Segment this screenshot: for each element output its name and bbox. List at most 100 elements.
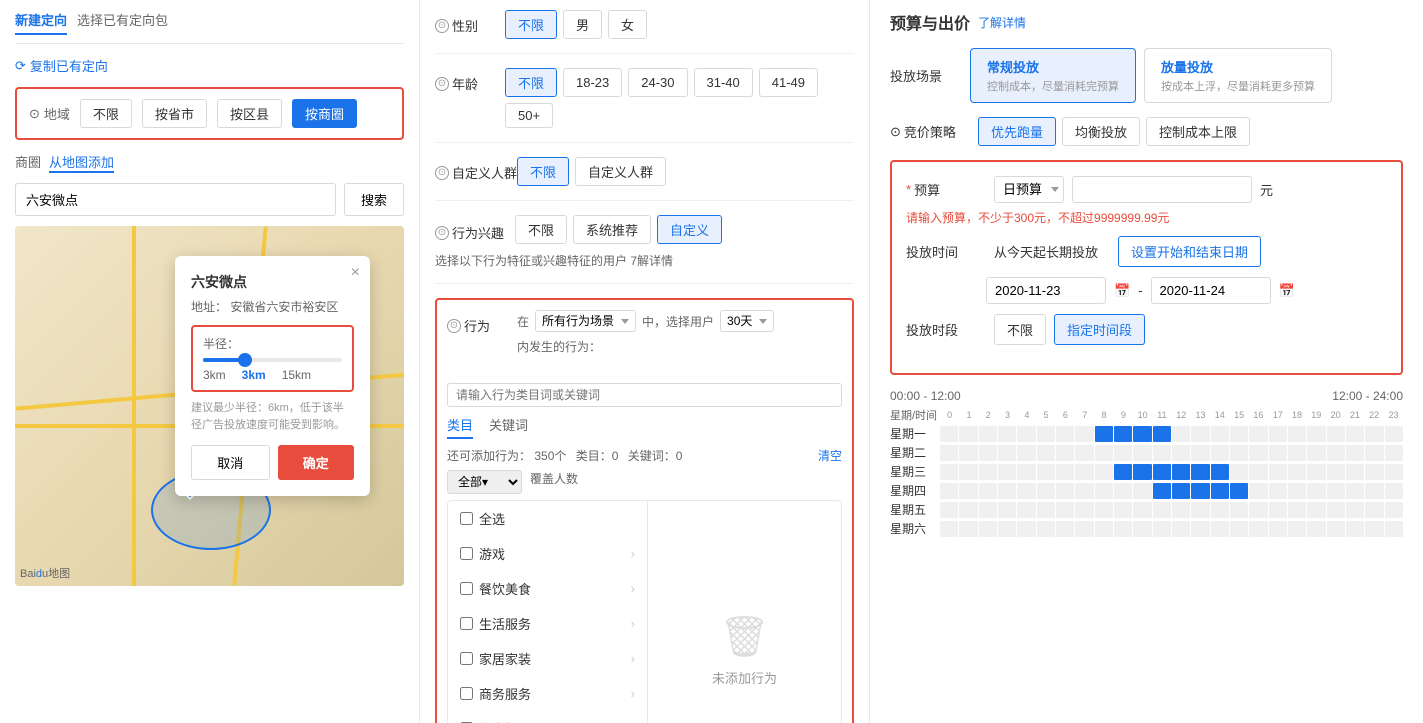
schedule-cell[interactable]: [979, 502, 997, 518]
schedule-cell[interactable]: [998, 483, 1016, 499]
schedule-cell[interactable]: [998, 426, 1016, 442]
schedule-cell[interactable]: [1095, 521, 1113, 537]
schedule-cell[interactable]: [1056, 426, 1074, 442]
schedule-cell[interactable]: [1056, 464, 1074, 480]
schedule-cell[interactable]: [1249, 426, 1267, 442]
schedule-cell[interactable]: [1095, 483, 1113, 499]
schedule-cell[interactable]: [1346, 445, 1364, 461]
schedule-cell[interactable]: [1307, 521, 1325, 537]
filter-select[interactable]: 全部▾: [447, 470, 522, 494]
tab-select[interactable]: 选择已有定向包: [77, 10, 168, 35]
period-btn-unlimited[interactable]: 不限: [994, 314, 1046, 345]
scene-card-volume[interactable]: 放量投放 按成本上浮，尽量消耗更多预算: [1144, 48, 1332, 103]
end-date-input[interactable]: [1151, 277, 1271, 304]
age-btn-18-23[interactable]: 18-23: [563, 68, 622, 97]
radius-slider[interactable]: [203, 358, 342, 362]
schedule-cell[interactable]: [1211, 426, 1229, 442]
copy-link[interactable]: ⟳ 复制已有定向: [15, 56, 404, 75]
popup-cancel-button[interactable]: 取消: [191, 445, 270, 480]
schedule-cell[interactable]: [1191, 483, 1209, 499]
schedule-cell[interactable]: [959, 483, 977, 499]
cat-tab-keyword[interactable]: 关键词: [489, 415, 528, 439]
bid-btn-volume[interactable]: 优先跑量: [978, 117, 1056, 146]
schedule-cell[interactable]: [1056, 502, 1074, 518]
schedule-cell[interactable]: [940, 426, 958, 442]
cat-checkbox-home[interactable]: [460, 652, 473, 665]
schedule-cell[interactable]: [1095, 426, 1113, 442]
schedule-cell[interactable]: [1172, 445, 1190, 461]
schedule-cell[interactable]: [1075, 445, 1093, 461]
schedule-cell[interactable]: [1133, 464, 1151, 480]
age-btn-24-30[interactable]: 24-30: [628, 68, 687, 97]
schedule-cell[interactable]: [1365, 464, 1383, 480]
schedule-cell[interactable]: [1191, 521, 1209, 537]
schedule-cell[interactable]: [1385, 502, 1403, 518]
region-btn-district[interactable]: 按区县: [217, 99, 282, 128]
schedule-cell[interactable]: [1385, 483, 1403, 499]
tab-new[interactable]: 新建定向: [15, 10, 67, 35]
schedule-cell[interactable]: [1172, 483, 1190, 499]
schedule-cell[interactable]: [979, 426, 997, 442]
start-date-calendar-icon[interactable]: 📅: [1114, 283, 1130, 299]
schedule-cell[interactable]: [1365, 445, 1383, 461]
schedule-cell[interactable]: [1172, 502, 1190, 518]
schedule-cell[interactable]: [1017, 445, 1035, 461]
gender-btn-female[interactable]: 女: [608, 10, 647, 39]
schedule-cell[interactable]: [1037, 502, 1055, 518]
schedule-cell[interactable]: [1017, 521, 1035, 537]
cat-checkbox-life[interactable]: [460, 617, 473, 630]
schedule-cell[interactable]: [1191, 464, 1209, 480]
scene-card-normal[interactable]: 常规投放 控制成本，尽量消耗完预算: [970, 48, 1136, 103]
behavior-scene-select[interactable]: 所有行为场景: [535, 310, 636, 332]
schedule-cell[interactable]: [1095, 464, 1113, 480]
schedule-cell[interactable]: [1172, 521, 1190, 537]
bid-btn-balance[interactable]: 均衡投放: [1062, 117, 1140, 146]
budget-input[interactable]: [1072, 176, 1252, 203]
end-date-calendar-icon[interactable]: 📅: [1279, 283, 1295, 299]
schedule-cell[interactable]: [1249, 445, 1267, 461]
schedule-cell[interactable]: [1075, 464, 1093, 480]
schedule-cell[interactable]: [1327, 445, 1345, 461]
schedule-cell[interactable]: [1037, 464, 1055, 480]
custom-btn-custom[interactable]: 自定义人群: [575, 157, 666, 186]
schedule-cell[interactable]: [1133, 483, 1151, 499]
schedule-cell[interactable]: [1056, 521, 1074, 537]
budget-type-select[interactable]: 日预算: [994, 176, 1064, 203]
schedule-cell[interactable]: [1346, 521, 1364, 537]
schedule-cell[interactable]: [1288, 502, 1306, 518]
cat-item-all[interactable]: 全选: [448, 501, 647, 536]
schedule-cell[interactable]: [1172, 426, 1190, 442]
schedule-cell[interactable]: [959, 502, 977, 518]
schedule-cell[interactable]: [1230, 464, 1248, 480]
schedule-cell[interactable]: [1249, 521, 1267, 537]
schedule-cell[interactable]: [1365, 521, 1383, 537]
schedule-cell[interactable]: [1211, 521, 1229, 537]
schedule-cell[interactable]: [1133, 426, 1151, 442]
cat-checkbox-all[interactable]: [460, 512, 473, 525]
schedule-cell[interactable]: [1114, 426, 1132, 442]
cat-item-appliance[interactable]: 家电数码 ›: [448, 711, 647, 723]
schedule-cell[interactable]: [1249, 483, 1267, 499]
schedule-cell[interactable]: [1327, 521, 1345, 537]
schedule-cell[interactable]: [959, 464, 977, 480]
schedule-cell[interactable]: [1017, 483, 1035, 499]
schedule-cell[interactable]: [1385, 521, 1403, 537]
schedule-cell[interactable]: [998, 521, 1016, 537]
schedule-cell[interactable]: [1327, 502, 1345, 518]
schedule-cell[interactable]: [1037, 445, 1055, 461]
schedule-cell[interactable]: [1269, 502, 1287, 518]
schedule-cell[interactable]: [940, 464, 958, 480]
schedule-cell[interactable]: [1230, 521, 1248, 537]
gender-btn-unlimited[interactable]: 不限: [505, 10, 557, 39]
cat-item-food[interactable]: 餐饮美食 ›: [448, 571, 647, 606]
schedule-cell[interactable]: [979, 464, 997, 480]
search-button[interactable]: 搜索: [344, 183, 404, 216]
schedule-cell[interactable]: [1230, 445, 1248, 461]
schedule-cell[interactable]: [1346, 464, 1364, 480]
schedule-cell[interactable]: [979, 483, 997, 499]
map-tab-shangguan[interactable]: 商圈: [15, 152, 41, 173]
behavior-keyword-input[interactable]: [447, 383, 842, 407]
schedule-cell[interactable]: [1075, 426, 1093, 442]
start-date-input[interactable]: [986, 277, 1106, 304]
schedule-cell[interactable]: [940, 445, 958, 461]
